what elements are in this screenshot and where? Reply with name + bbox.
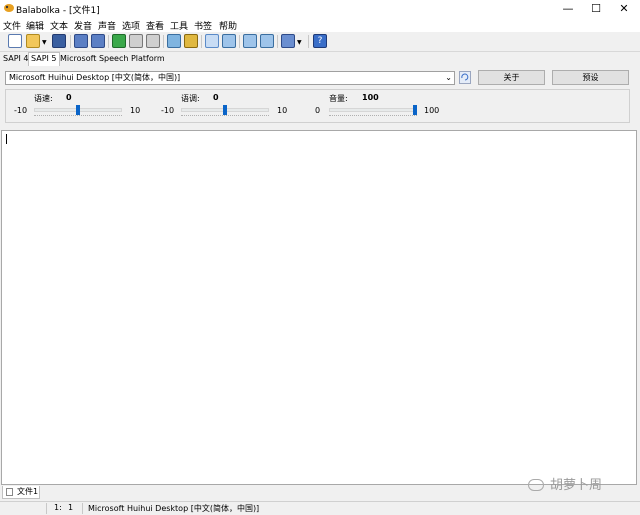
voice-select[interactable]: Microsoft Huihui Desktop [中文(简体，中国)] ⌄ (5, 71, 455, 85)
menu-voice[interactable]: 声音 (98, 19, 116, 32)
status-divider (82, 503, 83, 514)
menu-bar: 文件 编辑 文本 发音 声音 选项 查看 工具 书签 帮助 (0, 17, 640, 32)
volume-min: 0 (315, 106, 321, 115)
toolbar-separator (277, 35, 278, 48)
print-icon[interactable] (74, 34, 88, 48)
api-tabs: SAPI 4 SAPI 5 Microsoft Speech Platform (0, 52, 640, 67)
app-icon (4, 4, 14, 12)
tab-sapi4[interactable]: SAPI 4 (1, 53, 31, 65)
status-column: 1 (68, 503, 74, 512)
document-icon (6, 488, 13, 496)
tab-sapi5[interactable]: SAPI 5 (28, 52, 60, 67)
volume-max: 100 (424, 106, 440, 115)
split-icon[interactable] (243, 34, 257, 48)
play-icon[interactable] (112, 34, 126, 48)
merge-icon[interactable] (260, 34, 274, 48)
menu-bookmarks[interactable]: 书签 (194, 19, 212, 32)
title-bar: Balabolka - [文件1] — ☐ ✕ (0, 0, 640, 17)
clipboard-icon[interactable] (222, 34, 236, 48)
stop-icon[interactable] (146, 34, 160, 48)
minimize-button[interactable]: — (554, 0, 582, 17)
watermark-text: 胡萝卜周 (550, 478, 603, 493)
batch-icon[interactable] (281, 34, 295, 48)
document-tab-label: 文件1 (17, 487, 39, 496)
save-audio-icon[interactable] (167, 34, 181, 48)
status-divider (46, 503, 47, 514)
volume-value: 100 (362, 93, 379, 102)
toolbar-separator (201, 35, 202, 48)
menu-view[interactable]: 查看 (146, 19, 164, 32)
pitch-max: 10 (277, 106, 288, 115)
refresh-icon (461, 73, 469, 81)
rate-ticks (34, 115, 122, 118)
volume-slider-thumb[interactable] (413, 105, 417, 115)
rate-slider-thumb[interactable] (76, 105, 80, 115)
menu-help[interactable]: 帮助 (219, 19, 237, 32)
menu-pronunciation[interactable]: 发音 (74, 19, 92, 32)
volume-ticks (329, 115, 417, 118)
rate-value: 0 (66, 93, 72, 102)
volume-slider-track[interactable] (329, 108, 417, 112)
toolbar-separator (70, 35, 71, 48)
toolbar-separator (239, 35, 240, 48)
text-caret (6, 134, 7, 144)
print-preview-icon[interactable] (91, 34, 105, 48)
menu-edit[interactable]: 编辑 (26, 19, 44, 32)
chevron-down-icon: ⌄ (445, 73, 452, 82)
pitch-ticks (181, 115, 269, 118)
chevron-down-icon[interactable]: ▼ (297, 39, 302, 46)
voice-select-value: Microsoft Huihui Desktop [中文(简体，中国)] (9, 73, 181, 82)
rate-label: 语速: (34, 94, 53, 103)
about-button[interactable]: 关于 (478, 70, 545, 85)
preset-button[interactable]: 预设 (552, 70, 629, 85)
menu-file[interactable]: 文件 (3, 19, 21, 32)
volume-label: 音量: (329, 94, 348, 103)
menu-options[interactable]: 选项 (122, 19, 140, 32)
help-icon[interactable]: ? (313, 34, 327, 48)
status-line: 1: (54, 503, 62, 512)
refresh-voices-button[interactable] (459, 71, 471, 84)
pitch-value: 0 (213, 93, 219, 102)
pitch-min: -10 (161, 106, 175, 115)
new-icon[interactable] (8, 34, 22, 48)
tab-speech-platform[interactable]: Microsoft Speech Platform (58, 53, 167, 65)
window-title: Balabolka - [文件1] (16, 6, 100, 16)
pause-icon[interactable] (129, 34, 143, 48)
menu-text[interactable]: 文本 (50, 19, 68, 32)
toolbar-separator (308, 35, 309, 48)
maximize-button[interactable]: ☐ (582, 0, 610, 17)
toolbar-separator (108, 35, 109, 48)
save-icon[interactable] (52, 34, 66, 48)
open-icon[interactable] (26, 34, 40, 48)
status-bar: 1: 1 Microsoft Huihui Desktop [中文(简体，中国)… (0, 501, 640, 515)
convert-icon[interactable] (184, 34, 198, 48)
text-editor[interactable] (1, 130, 637, 485)
close-button[interactable]: ✕ (610, 0, 638, 17)
status-voice: Microsoft Huihui Desktop [中文(简体，中国)] (88, 504, 260, 513)
settings-icon[interactable] (205, 34, 219, 48)
toolbar-separator (163, 35, 164, 48)
rate-max: 10 (130, 106, 141, 115)
wechat-icon (528, 479, 544, 491)
menu-tools[interactable]: 工具 (170, 19, 188, 32)
pitch-slider-thumb[interactable] (223, 105, 227, 115)
toolbar: ▼ ▼ ? (0, 32, 640, 52)
rate-min: -10 (14, 106, 28, 115)
pitch-label: 语调: (181, 94, 200, 103)
chevron-down-icon[interactable]: ▼ (42, 39, 47, 46)
document-tab[interactable]: 文件1 (2, 486, 40, 499)
